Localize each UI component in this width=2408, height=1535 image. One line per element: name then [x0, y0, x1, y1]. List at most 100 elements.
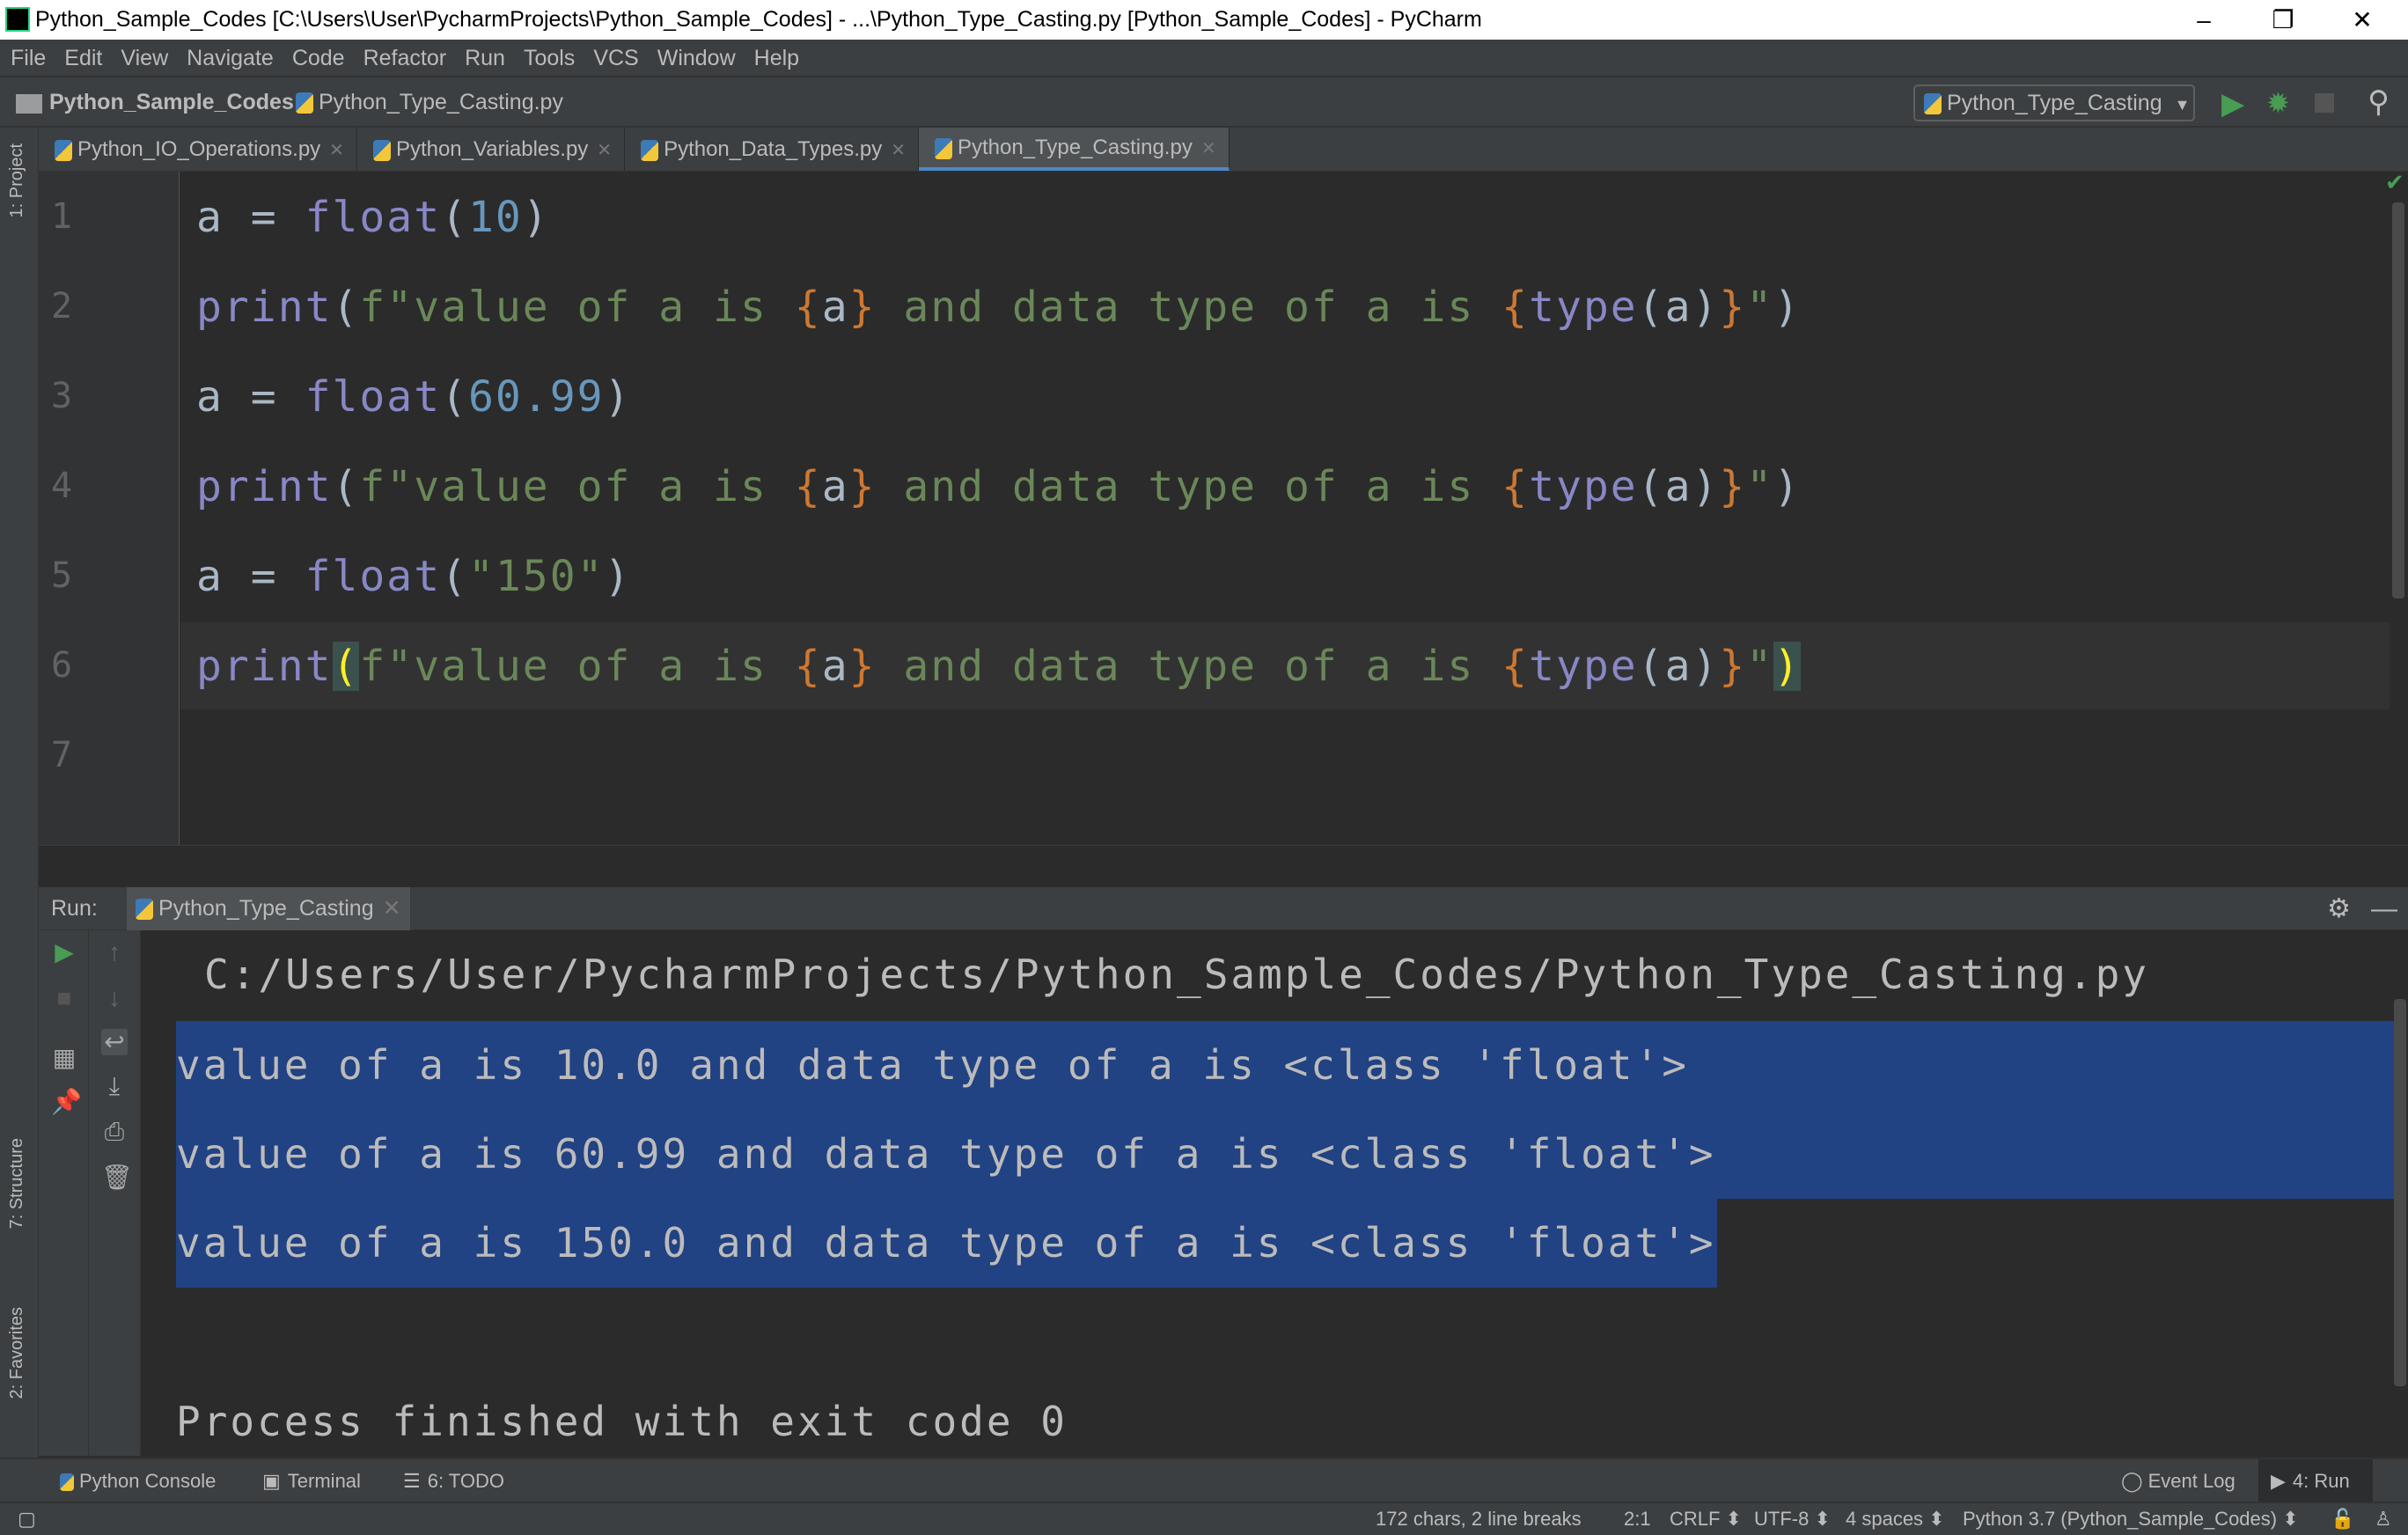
code-token-fn: type [1529, 462, 1638, 511]
code-token-br: { [795, 283, 822, 332]
run-toolbar-primary: ▶ ■ ▦ 📌 [39, 930, 89, 1456]
status-encoding[interactable]: UTF-8 ⬍ [1754, 1503, 1831, 1535]
code-token-id: a [196, 552, 251, 601]
menu-vcs[interactable]: VCS [593, 46, 638, 70]
console-command: C:/Users/User/PycharmProjects/Python_Sam… [204, 930, 2149, 1019]
code-line[interactable]: a = float("150") [196, 552, 631, 601]
menu-run[interactable]: Run [465, 46, 505, 70]
close-tab-icon[interactable]: ✕ [329, 141, 344, 160]
run-tab[interactable]: Python_Type_Casting✕ [127, 887, 410, 930]
status-indent[interactable]: 4 spaces ⬍ [1846, 1503, 1945, 1535]
menu-code[interactable]: Code [292, 46, 345, 70]
menu-edit[interactable]: Edit [64, 46, 102, 70]
down-arrow-icon[interactable]: ↓ [101, 985, 128, 1011]
close-run-tab-icon[interactable]: ✕ [383, 896, 401, 921]
project-tool-button[interactable]: 1: Project [7, 143, 27, 217]
close-tab-icon[interactable]: ✕ [891, 141, 906, 160]
code-token-str: f"value of a is [359, 642, 794, 691]
favorites-tool-button[interactable]: 2: Favorites [7, 1307, 27, 1399]
code-token-str: and data type of a is [877, 642, 1502, 691]
search-icon[interactable]: ⚲ [2368, 84, 2390, 120]
stop-icon[interactable]: ■ [51, 985, 77, 1011]
code-token-fn: float [305, 193, 442, 242]
debug-icon[interactable]: ✹ [2266, 86, 2290, 120]
menu-file[interactable]: File [11, 46, 46, 70]
soft-wrap-icon[interactable]: ↩ [101, 1029, 128, 1055]
code-line[interactable]: a = float(10) [196, 193, 550, 242]
code-token-fn: print [196, 283, 333, 332]
code-token-match: ) [1773, 642, 1801, 691]
tab-python-variables[interactable]: Python_Variables.py✕ [357, 128, 625, 172]
code-token-str: and data type of a is [877, 283, 1502, 332]
status-caret-position[interactable]: 2:1 [1624, 1503, 1651, 1535]
run-config-dropdown[interactable]: Python_Type_Casting▼ [1913, 84, 2195, 121]
breadcrumb-project[interactable]: Python_Sample_Codes [49, 77, 294, 128]
trash-icon[interactable]: 🗑 [101, 1164, 128, 1191]
code-line[interactable]: print(f"value of a is {a} and data type … [196, 642, 1801, 691]
todo-button[interactable]: ☰6: TODO [403, 1459, 504, 1503]
restore-button[interactable]: ❐ [2248, 0, 2318, 40]
tab-label: Python_Data_Types.py [664, 137, 882, 161]
tab-python-data-types[interactable]: Python_Data_Types.py ✕ [625, 128, 919, 172]
code-line[interactable]: print(f"value of a is {a} and data type … [196, 462, 1801, 511]
run-button[interactable]: ▶ [2221, 86, 2244, 121]
rerun-icon[interactable]: ▶ [51, 939, 77, 966]
status-interpreter[interactable]: Python 3.7 (Python_Sample_Codes) ⬍ [1963, 1503, 2299, 1535]
code-token-br: { [795, 642, 822, 691]
menu-help[interactable]: Help [754, 46, 799, 70]
code-token-num: 60.99 [468, 372, 605, 422]
code-token-str: "150" [468, 552, 605, 601]
console-scrollbar[interactable] [2394, 999, 2406, 1386]
structure-tool-button[interactable]: 7: Structure [7, 1138, 27, 1229]
code-token-str: f"value of a is [359, 462, 794, 511]
code-token-op: = [251, 372, 305, 422]
hide-icon[interactable]: — [2371, 887, 2397, 930]
pin-icon[interactable]: 📌 [51, 1089, 77, 1115]
code-token-id: ) [523, 193, 550, 242]
event-log-button[interactable]: ◯Event Log [2121, 1459, 2235, 1503]
code-content[interactable]: a = float(10)print(f"value of a is {a} a… [180, 172, 2390, 845]
breadcrumb-file[interactable]: Python_Type_Casting.py [296, 77, 563, 128]
print-icon[interactable]: ⎙ [101, 1119, 128, 1145]
up-arrow-icon[interactable]: ↑ [101, 939, 128, 966]
run-toolbar-secondary: ↑ ↓ ↩ ⤓ ⎙ 🗑 [89, 930, 141, 1456]
console-output[interactable]: C:/Users/User/PycharmProjects/Python_Sam… [141, 930, 2394, 1456]
close-tab-icon[interactable]: ✕ [1201, 139, 1216, 158]
code-token-br: } [849, 642, 877, 691]
title-bar: Python_Sample_Codes [C:\Users\User\Pycha… [0, 0, 2408, 40]
python-console-button[interactable]: Python Console [60, 1459, 216, 1503]
minimize-button[interactable]: – [2169, 0, 2239, 40]
menu-view[interactable]: View [121, 46, 168, 70]
stop-button[interactable] [2315, 93, 2334, 113]
menu-refactor[interactable]: Refactor [363, 46, 446, 70]
layout-icon[interactable]: ▦ [51, 1045, 77, 1071]
editor-scrollbar[interactable] [2392, 202, 2404, 599]
status-line-separator[interactable]: CRLF ⬍ [1670, 1503, 1742, 1535]
tab-python-io-operations[interactable]: Python_IO_Operations.py✕ [39, 128, 357, 172]
code-token-id: ( [333, 283, 360, 332]
lock-icon[interactable]: 🔓 [2331, 1503, 2354, 1535]
run-tool-button[interactable]: ▶4: Run [2258, 1459, 2373, 1502]
scroll-to-end-icon[interactable]: ⤓ [101, 1073, 128, 1099]
close-button[interactable]: ✕ [2327, 0, 2397, 40]
console-output-line: value of a is 10.0 and data type of a is… [176, 1021, 1689, 1110]
code-token-br: } [1719, 462, 1746, 511]
python-icon [1924, 93, 1942, 114]
terminal-button[interactable]: ▣Terminal [262, 1459, 361, 1503]
menu-navigate[interactable]: Navigate [187, 46, 274, 70]
terminal-icon: ▣ [262, 1470, 281, 1492]
menu-tools[interactable]: Tools [524, 46, 575, 70]
menu-window[interactable]: Window [657, 46, 736, 70]
code-line[interactable]: print(f"value of a is {a} and data type … [196, 283, 1801, 332]
code-line[interactable]: a = float(60.99) [196, 372, 631, 422]
toggle-tool-windows-icon[interactable]: ▢ [18, 1503, 36, 1535]
tab-python-type-casting[interactable]: Python_Type_Casting.py✕ [919, 128, 1230, 172]
gear-icon[interactable]: ⚙ [2327, 887, 2351, 930]
code-token-id: ) [1773, 462, 1801, 511]
line-number: 3 [51, 376, 104, 416]
console-output-line: value of a is 60.99 and data type of a i… [176, 1110, 1716, 1199]
close-tab-icon[interactable]: ✕ [597, 141, 612, 160]
code-token-br: { [1501, 462, 1529, 511]
inspector-icon[interactable]: ♙ [2375, 1503, 2392, 1535]
code-token-str: and data type of a is [877, 462, 1502, 511]
